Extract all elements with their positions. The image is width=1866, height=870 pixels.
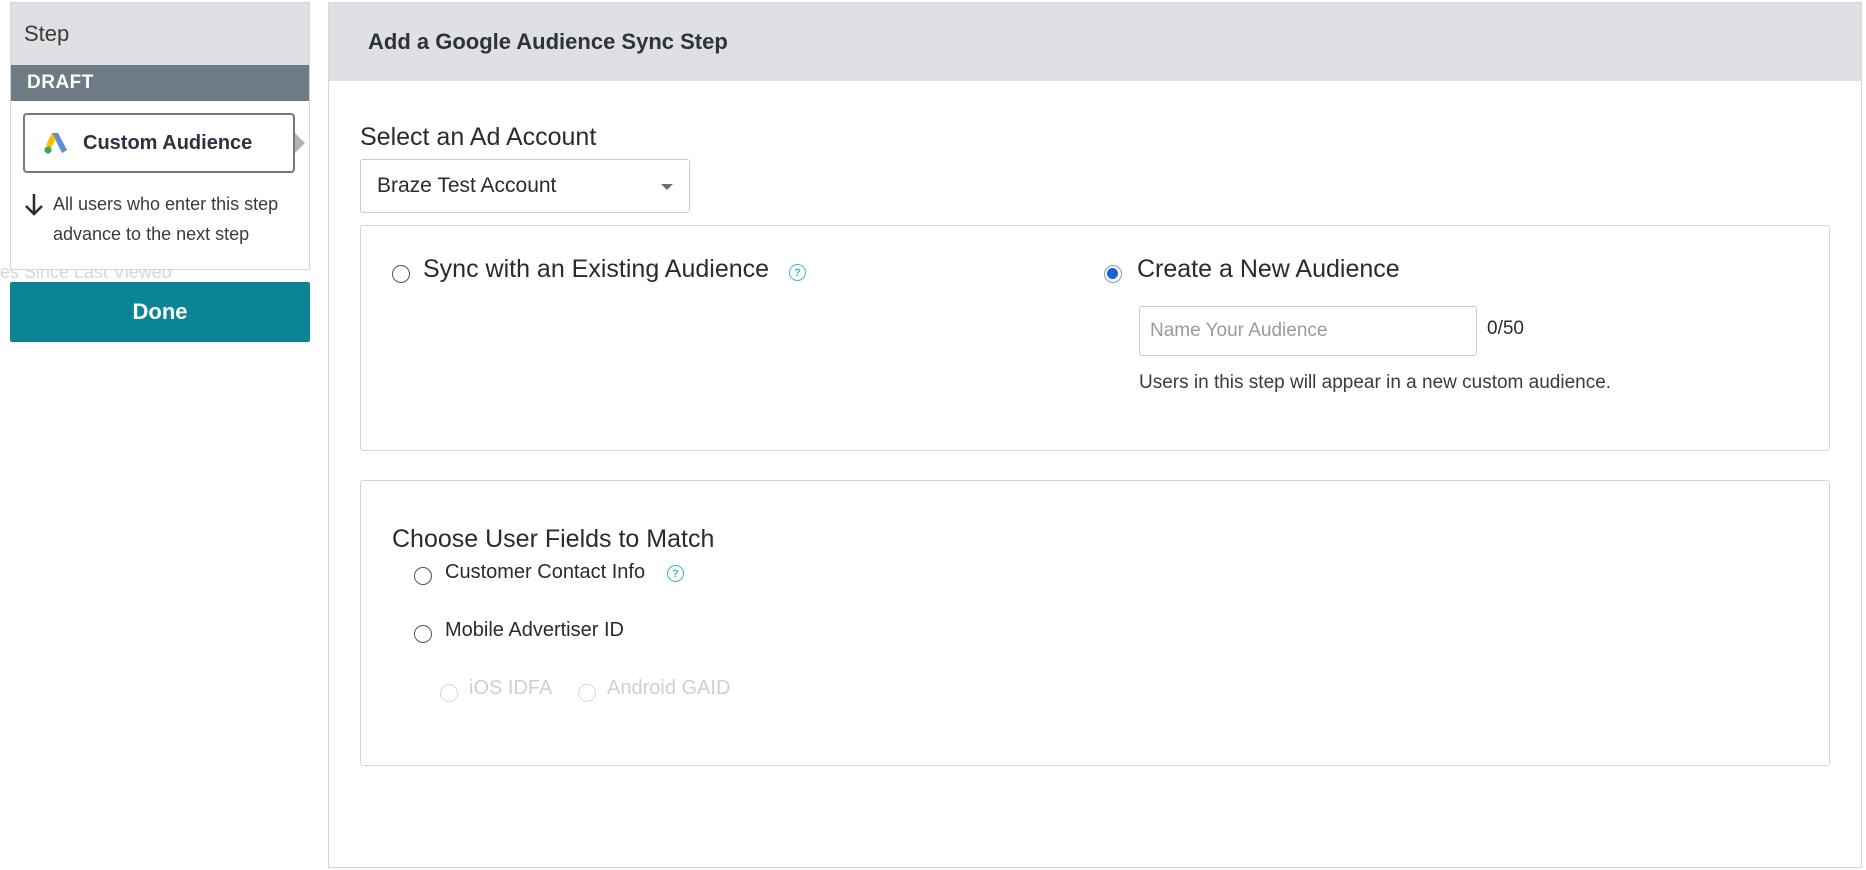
step-panel: Step DRAFT Custom Audience All users who… [10,2,310,270]
new-audience-label[interactable]: Create a New Audience [1137,255,1400,284]
step-card-pointer [295,133,305,153]
google-audience-sync-panel: Add a Google Audience Sync Step Select a… [328,2,1862,868]
customer-contact-info-radio[interactable] [414,567,432,585]
audience-name-char-count: 0/50 [1487,318,1524,339]
custom-audience-step-card[interactable]: Custom Audience [23,113,305,173]
user-fields-label: Choose User Fields to Match [392,525,715,553]
new-audience-hint: Users in this step will appear in a new … [1139,372,1612,393]
audience-options-box: Sync with an Existing Audience ? Create … [360,225,1830,451]
android-gaid-label: Android GAID [607,677,731,699]
android-gaid-radio [578,684,596,702]
google-ads-icon [44,133,67,154]
ad-account-select[interactable]: Braze Test Account [360,159,690,213]
ad-account-label: Select an Ad Account [360,123,597,151]
panel-title: Add a Google Audience Sync Step [329,3,1861,81]
audience-name-input[interactable] [1139,306,1477,356]
draft-status-bar: DRAFT [11,65,309,101]
mobile-advertiser-id-label[interactable]: Mobile Advertiser ID [445,619,624,642]
new-audience-radio[interactable] [1104,265,1122,283]
advance-note-text: All users who enter this step advance to… [53,194,279,244]
mobile-advertiser-id-radio[interactable] [414,625,432,643]
advance-note: All users who enter this step advance to… [23,189,303,249]
step-panel-header: Step [11,3,309,65]
chevron-down-icon [661,184,673,190]
customer-contact-info-label[interactable]: Customer Contact Info [445,561,645,584]
ios-idfa-radio [440,684,458,702]
step-card-label: Custom Audience [83,131,253,154]
user-fields-box: Choose User Fields to Match Customer Con… [360,480,1830,766]
arrow-down-icon [25,194,43,216]
existing-audience-radio[interactable] [392,265,410,283]
help-icon[interactable]: ? [789,264,806,281]
done-button[interactable]: Done [10,282,310,342]
help-icon[interactable]: ? [667,565,684,582]
existing-audience-label[interactable]: Sync with an Existing Audience [423,255,769,284]
ios-idfa-label: iOS IDFA [469,677,553,699]
ad-account-selected-value: Braze Test Account [377,174,557,197]
